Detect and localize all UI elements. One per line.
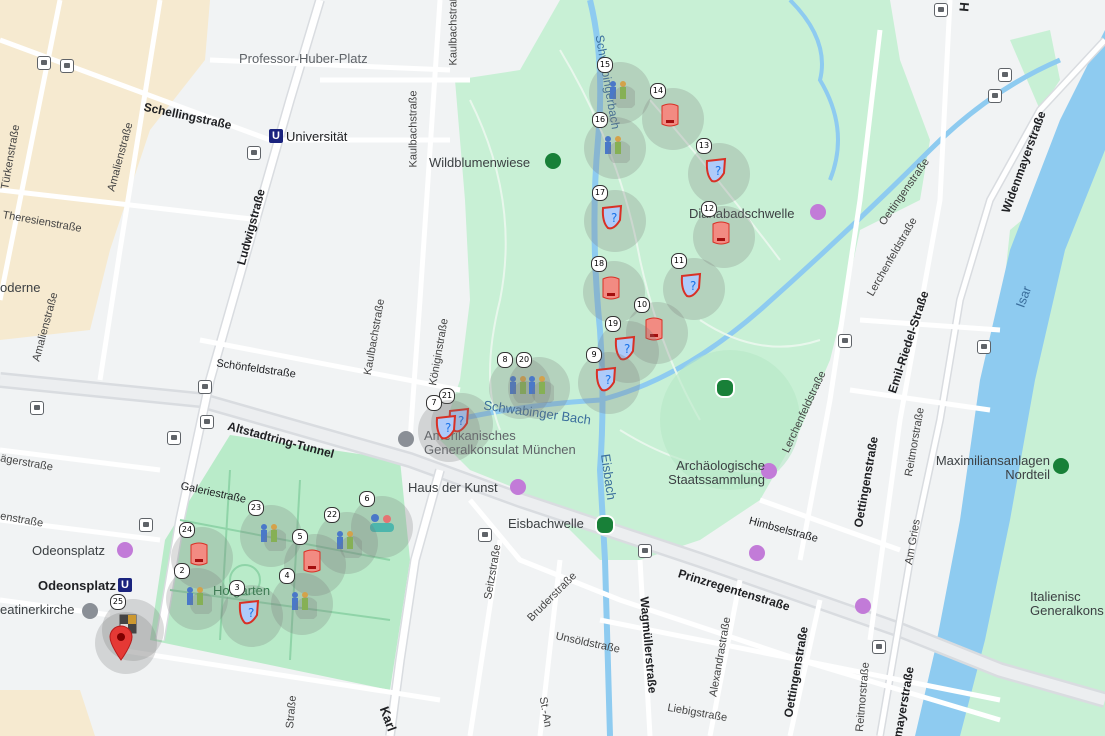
marker-number[interactable]: 13 [696,138,712,154]
marker-number[interactable]: 3 [229,580,245,596]
label-odeonsplatz-poi: Odeonsplatz [32,543,105,558]
bus-stop-icon[interactable] [478,528,492,542]
label-theatinerkirche: eatinerkirche [0,602,75,617]
bus-stop-icon[interactable] [638,544,652,558]
marker-number[interactable]: 8 [497,352,513,368]
marker-number[interactable]: 19 [605,316,621,332]
marker-people-icon[interactable] [605,76,637,110]
park-pin-icon[interactable] [595,515,615,535]
bus-stop-icon[interactable] [998,68,1012,82]
label-wildblumenwiese: Wildblumenwiese [429,155,531,170]
label-h: H [956,1,973,13]
svg-text:?: ? [611,211,617,225]
svg-text:?: ? [715,164,721,178]
marker-number[interactable]: 18 [591,256,607,272]
marker-fire-icon[interactable] [187,541,211,566]
bus-stop-icon[interactable] [977,340,991,354]
bus-stop-icon[interactable] [872,640,886,654]
bus-stop-icon[interactable] [167,431,181,445]
camera-icon[interactable] [117,542,133,558]
bus-stop-icon[interactable] [198,380,212,394]
marker-shield-icon[interactable]: ? [600,204,624,230]
museum-icon[interactable] [510,479,526,495]
bus-stop-icon[interactable] [838,334,852,348]
marker-shield-icon[interactable]: ? [704,157,728,183]
label-kaulbachstrasse: Kaulbachstraße [447,0,460,66]
marker-number[interactable]: 4 [279,568,295,584]
marker-number[interactable]: 17 [592,185,608,201]
location-pin-icon[interactable] [108,625,134,661]
label-maximiliansanlagen: Maximiliansanlagen Nordteil [935,453,1050,482]
marker-people-icon[interactable] [287,587,319,621]
label-moderne: oderne [0,280,41,295]
bus-stop-icon[interactable] [200,415,214,429]
marker-number[interactable]: 10 [634,297,650,313]
marker-people-icon[interactable] [524,371,556,405]
marker-number[interactable]: 20 [516,352,532,368]
marker-fire-icon[interactable] [709,220,733,245]
bus-stop-icon[interactable] [30,401,44,415]
church-icon[interactable] [82,603,98,619]
marker-fire-icon[interactable] [599,275,623,300]
svg-text:?: ? [248,606,254,620]
marker-number[interactable]: 12 [701,201,717,217]
marker-people-icon[interactable] [256,519,288,553]
bus-stop-icon[interactable] [60,59,74,73]
marker-fire-icon[interactable] [658,102,682,127]
park-pin-icon[interactable] [715,378,735,398]
tree-icon[interactable] [545,153,561,169]
label-universitaet: Universität [286,129,348,144]
museum-icon[interactable] [749,545,765,561]
bus-stop-icon[interactable] [139,518,153,532]
marker-number[interactable]: 22 [324,507,340,523]
marker-shield-icon[interactable]: ? [594,366,618,392]
svg-text:?: ? [445,421,451,435]
marker-number[interactable]: 23 [248,500,264,516]
bus-stop-icon[interactable] [37,56,51,70]
map-view[interactable]: U U Professor-Huber-Platz Schellingstraß… [0,0,1105,736]
tree-icon[interactable] [1053,458,1069,474]
marker-number[interactable]: 9 [586,347,602,363]
label-odeonsplatz-station: Odeonsplatz [38,578,117,593]
marker-number[interactable]: 24 [179,522,195,538]
marker-shield-icon[interactable]: ? [679,272,703,298]
label-archaeologische-staatssammlung: Archäologische Staatssammlung [668,458,765,487]
ubahn-icon[interactable]: U [269,129,283,143]
ubahn-icon[interactable]: U [118,578,132,592]
svg-text:?: ? [605,373,611,387]
label-haus-der-kunst: Haus der Kunst [408,480,498,495]
label-italienisches-generalkonsulat: Italienisc Generalkons [1030,590,1104,618]
label-eisbachwelle: Eisbachwelle [508,516,584,531]
marker-number[interactable]: 11 [671,253,687,269]
marker-shield-icon[interactable]: ? [434,414,458,440]
marker-number[interactable]: 15 [597,57,613,73]
marker-shield-icon[interactable]: ? [237,599,261,625]
marker-number[interactable]: 14 [650,83,666,99]
marker-people-icon[interactable] [600,131,632,165]
museum-icon[interactable] [855,598,871,614]
bus-stop-icon[interactable] [988,89,1002,103]
label-strasse: Straße [284,695,299,729]
svg-text:?: ? [624,342,630,356]
camera-icon[interactable] [810,204,826,220]
svg-text:?: ? [690,279,696,293]
marker-people-icon[interactable] [182,582,214,616]
marker-number[interactable]: 2 [174,563,190,579]
label-kaulbachstrasse: Kaulbachstraße [407,90,420,168]
embassy-icon[interactable] [398,431,414,447]
marker-number[interactable]: 7 [426,395,442,411]
marker-number[interactable]: 5 [292,529,308,545]
bus-stop-icon[interactable] [247,146,261,160]
label-professor-huber-platz: Professor-Huber-Platz [239,51,368,66]
marker-fire-icon[interactable] [300,548,324,573]
marker-number[interactable]: 25 [110,594,126,610]
marker-number[interactable]: 6 [359,491,375,507]
marker-number[interactable]: 16 [592,112,608,128]
bus-stop-icon[interactable] [934,3,948,17]
